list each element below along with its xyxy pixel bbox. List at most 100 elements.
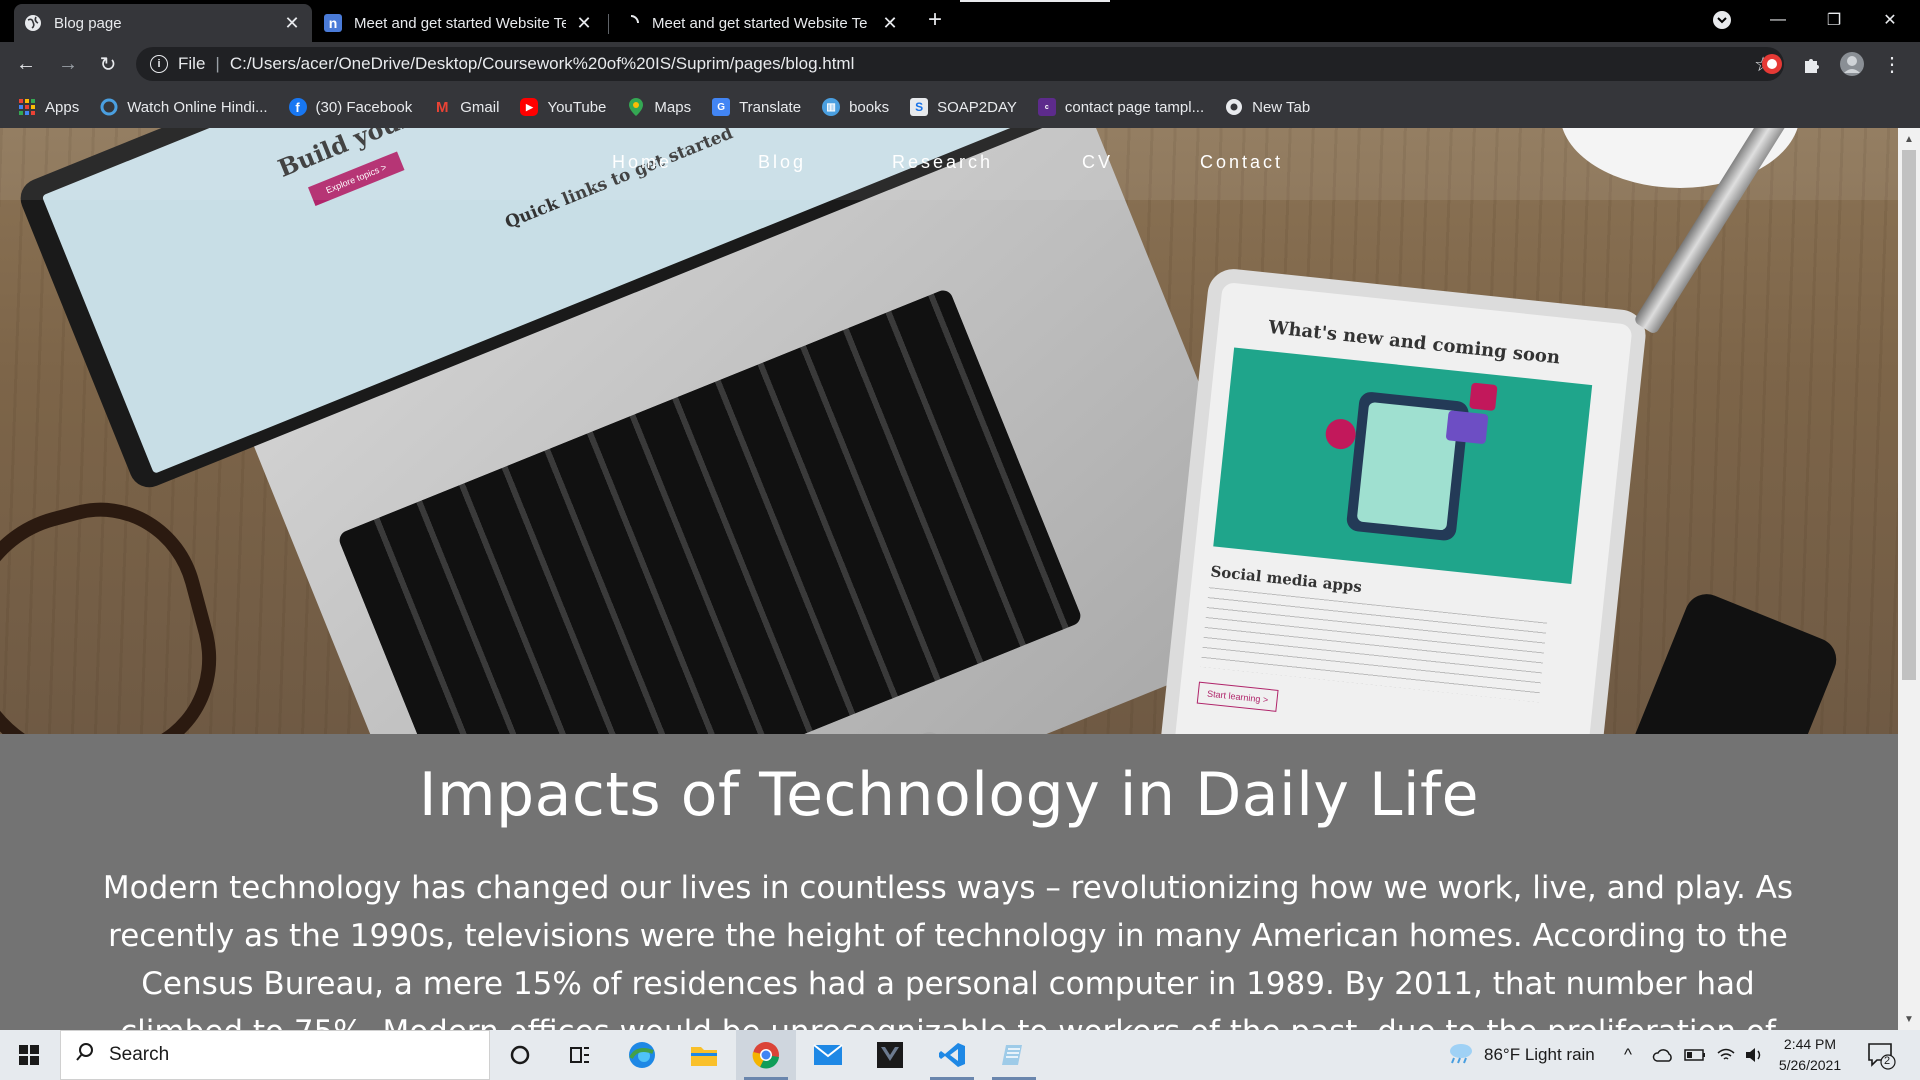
wifi-icon[interactable] xyxy=(1716,1030,1736,1080)
scheme-label: File xyxy=(178,54,206,73)
omnibox-divider: | xyxy=(215,54,220,73)
tablet-illustration xyxy=(1213,347,1593,584)
bookmark-youtube[interactable]: ▶ YouTube xyxy=(520,98,606,116)
nav-link-home[interactable]: Home xyxy=(612,152,672,173)
bookmark-site-icon xyxy=(100,98,118,116)
bookmark-soap2day[interactable]: S SOAP2DAY xyxy=(910,98,1017,116)
task-view-icon[interactable] xyxy=(550,1030,610,1080)
back-arrow-icon[interactable]: ← xyxy=(12,50,40,78)
notepad-app-icon[interactable] xyxy=(984,1030,1044,1080)
page-viewport: Build your online Explore topics > Quick… xyxy=(0,128,1898,1030)
clock-date: 5/26/2021 xyxy=(1778,1057,1842,1073)
extension-red-icon[interactable] xyxy=(1758,50,1786,78)
battery-icon[interactable] xyxy=(1684,1030,1706,1080)
scroll-up-arrow-icon[interactable]: ▲ xyxy=(1898,128,1920,150)
close-icon[interactable]: ✕ xyxy=(880,13,900,33)
tab-title: Blog page xyxy=(54,14,122,32)
tab-meet-get-started-1[interactable]: n Meet and get started Website Te ✕ xyxy=(314,4,604,42)
bookmark-label: Maps xyxy=(654,98,692,116)
colorlib-icon: c xyxy=(1037,98,1056,116)
start-button[interactable] xyxy=(0,1030,58,1080)
bookmark-new-tab[interactable]: New Tab xyxy=(1225,98,1310,116)
edge-icon[interactable] xyxy=(612,1030,672,1080)
bookmark-books[interactable]: ▥ books xyxy=(822,98,889,116)
apps-grid-icon xyxy=(18,98,36,116)
clock-time: 2:44 PM xyxy=(1783,1036,1837,1052)
bookmark-contact-page[interactable]: c contact page tampl... xyxy=(1037,98,1204,116)
bookmark-label: Watch Online Hindi... xyxy=(127,98,268,116)
bookmark-label: Translate xyxy=(739,98,802,116)
bookmark-translate[interactable]: G Translate xyxy=(712,98,801,116)
bookmark-maps[interactable]: Maps xyxy=(627,98,691,116)
article-section: Impacts of Technology in Daily Life Mode… xyxy=(0,734,1898,1030)
bookmark-label: Gmail xyxy=(460,98,500,116)
bookmark-label: Apps xyxy=(45,98,80,116)
onedrive-cloud-icon[interactable] xyxy=(1652,1030,1674,1080)
tab-loading-indicator xyxy=(960,0,1110,2)
address-bar[interactable]: i File | C:/Users/acer/OneDrive/Desktop/… xyxy=(136,47,1784,81)
vscode-icon[interactable] xyxy=(922,1030,982,1080)
mail-icon[interactable] xyxy=(798,1030,858,1080)
close-icon[interactable]: ✕ xyxy=(574,13,594,33)
glasses-graphic xyxy=(0,480,240,734)
nav-link-blog[interactable]: Blog xyxy=(758,152,806,173)
tab-search-icon[interactable] xyxy=(1694,0,1750,40)
scroll-thumb[interactable] xyxy=(1902,150,1916,680)
windows-logo-icon xyxy=(19,1045,39,1065)
weather-widget[interactable]: 86°F Light rain xyxy=(1446,1030,1595,1080)
info-icon[interactable]: i xyxy=(150,55,168,73)
url-text[interactable]: C:/Users/acer/OneDrive/Desktop/Coursewor… xyxy=(230,54,855,74)
taskbar-clock[interactable]: 2:44 PM 5/26/2021 xyxy=(1760,1034,1860,1076)
bookmark-label: books xyxy=(849,98,890,116)
scroll-down-arrow-icon[interactable]: ▼ xyxy=(1898,1008,1920,1030)
phone-graphic xyxy=(1597,587,1843,734)
hashtag-icon xyxy=(1469,382,1498,412)
action-center-icon[interactable]: 2 xyxy=(1866,1040,1896,1070)
extensions-puzzle-icon[interactable] xyxy=(1798,50,1826,78)
facebook-icon: f xyxy=(288,98,307,116)
file-explorer-icon[interactable] xyxy=(674,1030,734,1080)
tablet-button: Start learning > xyxy=(1196,681,1279,712)
bookmark-label: New Tab xyxy=(1252,98,1311,116)
predator-sense-icon[interactable] xyxy=(860,1030,920,1080)
menu-kebab-icon[interactable]: ⋮ xyxy=(1878,50,1906,78)
chrome-icon xyxy=(1225,98,1243,116)
bookmark-gmail[interactable]: M Gmail xyxy=(433,98,499,116)
minimize-icon[interactable]: — xyxy=(1750,0,1806,40)
taskbar-search[interactable]: Search xyxy=(60,1030,490,1080)
loading-spinner-icon xyxy=(622,14,640,32)
bookmark-apps[interactable]: Apps xyxy=(18,98,79,116)
books-icon: ▥ xyxy=(822,98,841,116)
weather-text: 86°F Light rain xyxy=(1484,1045,1595,1064)
hero-image: Build your online Explore topics > Quick… xyxy=(0,128,1898,734)
chrome-taskbar-icon[interactable] xyxy=(736,1030,796,1080)
window-close-icon[interactable]: ✕ xyxy=(1862,0,1918,40)
restore-icon[interactable]: ❐ xyxy=(1806,0,1862,40)
article-title: Impacts of Technology in Daily Life xyxy=(418,760,1480,830)
forward-arrow-icon[interactable]: → xyxy=(54,50,82,78)
browser-toolbar: ← → ↻ i File | C:/Users/acer/OneDrive/De… xyxy=(0,42,1920,86)
cortana-icon[interactable] xyxy=(490,1030,550,1080)
tab-title: Meet and get started Website Te xyxy=(652,14,868,32)
profile-avatar-icon[interactable] xyxy=(1838,50,1866,78)
reload-icon[interactable]: ↻ xyxy=(94,50,122,78)
windows-taskbar: Search 86°F Light rain ^ 2:44 PM 5/26/20… xyxy=(0,1030,1920,1080)
nav-link-contact[interactable]: Contact xyxy=(1200,152,1283,173)
show-hidden-icons-chevron-icon[interactable]: ^ xyxy=(1624,1030,1632,1080)
tab-blog-page[interactable]: Blog page ✕ xyxy=(14,4,312,42)
new-tab-plus-icon[interactable]: + xyxy=(922,7,948,33)
nav-link-cv[interactable]: CV xyxy=(1082,152,1113,173)
search-placeholder: Search xyxy=(109,1044,170,1065)
page-scrollbar[interactable]: ▲ ▼ xyxy=(1898,128,1920,1030)
soap2day-icon: S xyxy=(910,98,929,116)
tab-meet-get-started-2[interactable]: Meet and get started Website Te ✕ xyxy=(612,4,910,42)
tab-separator xyxy=(608,14,609,34)
site-nav: Home Blog Research CV Contact xyxy=(0,128,1898,200)
close-icon[interactable]: ✕ xyxy=(282,13,302,33)
notion-n-icon: n xyxy=(324,14,342,32)
bookmark-label: YouTube xyxy=(547,98,607,116)
nav-link-research[interactable]: Research xyxy=(892,152,993,173)
bookmark-watch-online[interactable]: Watch Online Hindi... xyxy=(100,98,268,116)
maps-icon xyxy=(627,98,645,116)
bookmark-facebook[interactable]: f (30) Facebook xyxy=(288,98,412,116)
